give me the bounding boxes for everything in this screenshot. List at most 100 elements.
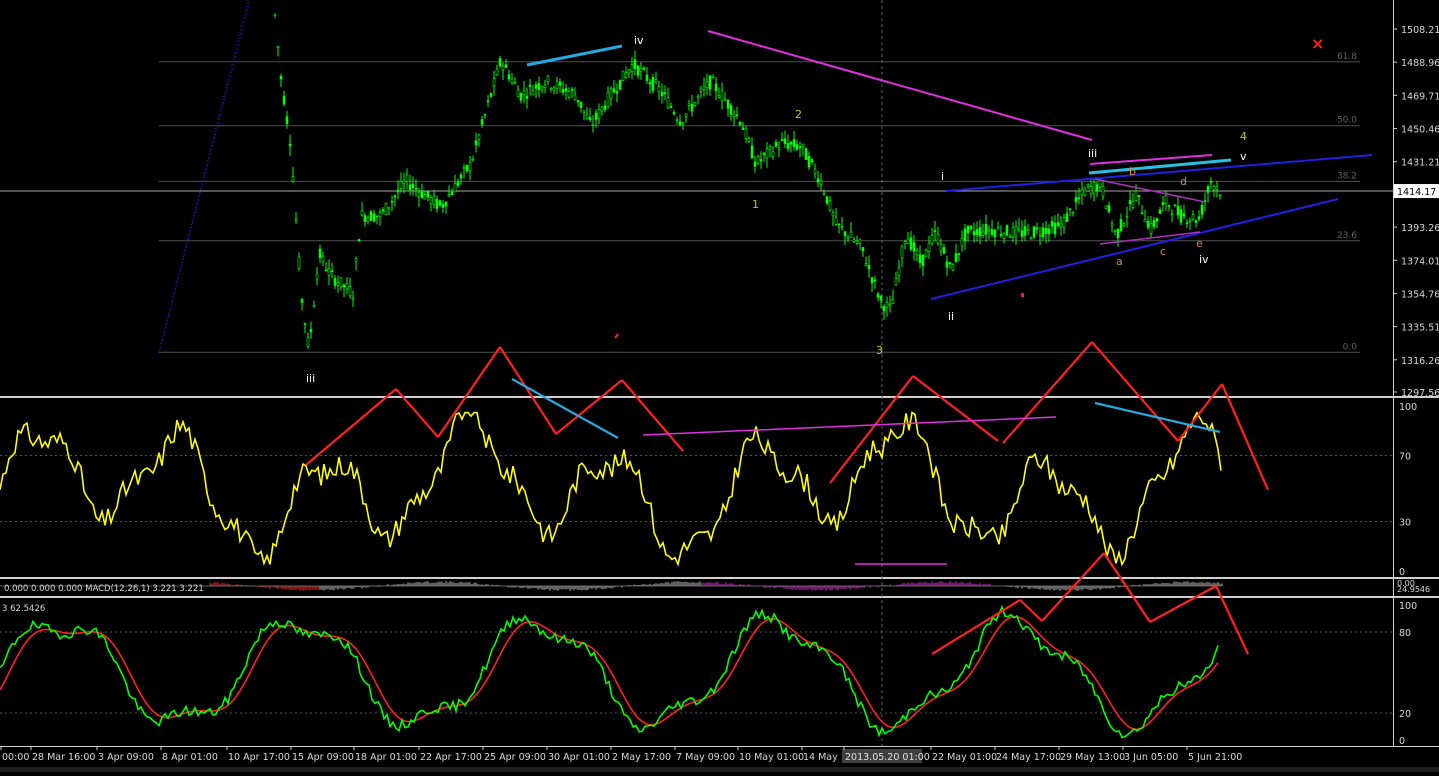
candle-body: [537, 83, 541, 91]
candle-body: [720, 90, 724, 102]
candle-body: [1131, 200, 1135, 208]
magenta-trendline: [707, 30, 1093, 141]
candle-body: [570, 88, 574, 91]
candle-body: [621, 70, 625, 82]
candle-body: [825, 196, 829, 204]
candle-body: [1032, 226, 1036, 238]
candle-body: [306, 337, 310, 347]
wave-label: e: [1196, 237, 1203, 250]
candle-body: [1089, 186, 1093, 195]
macd-right-label-top: 0.00: [1397, 579, 1415, 588]
candle-body: [1002, 233, 1006, 239]
candle-body: [1158, 209, 1162, 214]
candle-body: [747, 138, 751, 142]
candle-body: [774, 141, 778, 147]
candle-body: [456, 181, 460, 186]
candle-body: [447, 194, 451, 197]
price-tick-label: 1393.26: [1401, 223, 1439, 234]
candle-body: [1068, 208, 1072, 211]
candle-body: [687, 103, 691, 106]
candle-body: [489, 93, 493, 97]
candle-body: [567, 91, 571, 98]
candle-body: [669, 106, 673, 108]
candle-body: [765, 148, 769, 159]
fib-level-label: 0.0: [1343, 342, 1358, 352]
candle-body: [732, 113, 736, 117]
candle-body: [1179, 209, 1183, 223]
candle-body: [666, 97, 670, 109]
oscillator-line: [0, 410, 1222, 567]
candle-body: [348, 286, 352, 297]
price-tick-label: 1335.51: [1401, 323, 1439, 334]
red-marker: [1021, 293, 1024, 297]
candle-body: [414, 188, 418, 190]
candle-body: [804, 148, 808, 160]
candle-body: [420, 190, 424, 198]
candle-body: [522, 90, 526, 95]
price-tick-label: 1316.26: [1401, 356, 1439, 367]
chart-svg[interactable]: 1508.21 1488.96 1469.71 1450.46 1431.21 1414.…: [0, 0, 1439, 772]
candle-body: [558, 81, 562, 86]
candle-body: [555, 81, 559, 90]
candle-body: [1059, 223, 1063, 227]
candle-body: [1113, 230, 1117, 232]
candle-body: [546, 75, 550, 82]
osc-trendline: [1220, 383, 1270, 491]
wave-label: iv: [1199, 253, 1209, 266]
candle-body: [429, 196, 433, 205]
candle-body: [1017, 227, 1021, 231]
candle-body: [660, 91, 664, 96]
osc-trendline: [1002, 341, 1093, 444]
candle-body: [963, 228, 967, 241]
stochastic-main-line: [0, 604, 1219, 739]
candle-body: [363, 215, 367, 222]
candle-body: [903, 241, 907, 245]
fib-level-label: 50.0: [1337, 116, 1357, 126]
candle-body: [924, 249, 928, 258]
candle-body: [792, 139, 796, 147]
candle-body: [1182, 213, 1186, 217]
price-tick-label: 1431.21: [1401, 158, 1439, 169]
trend-dotted-line: [158, 0, 249, 354]
candle-body: [930, 235, 934, 244]
candle-body: [1086, 184, 1090, 187]
candle-body: [297, 256, 301, 269]
candle-body: [1161, 202, 1165, 205]
price-tick-label: 1450.46: [1401, 125, 1439, 136]
wave-label: i: [941, 170, 944, 183]
candle-body: [438, 200, 442, 206]
candle-body: [645, 74, 649, 81]
candle-body: [717, 95, 721, 98]
trading-chart[interactable]: 1508.21 1488.96 1469.71 1450.46 1431.21 1414.…: [0, 0, 1439, 772]
time-axis-label: 7 May 09:00: [676, 752, 735, 763]
price-tick-label: 1469.71: [1401, 91, 1439, 102]
candle-body: [858, 239, 862, 244]
candle-body: [786, 143, 790, 149]
candle-body: [333, 277, 337, 286]
price-tick-label: 1297.56: [1401, 388, 1439, 399]
candle-body: [597, 109, 601, 119]
candle-body: [378, 211, 382, 217]
candle-body: [594, 112, 598, 120]
candle-body: [684, 113, 688, 117]
close-icon[interactable]: ×: [1311, 34, 1324, 53]
candle-body: [1134, 190, 1138, 201]
candle-body: [354, 258, 358, 263]
candle-body: [507, 74, 511, 80]
candle-body: [576, 100, 580, 103]
candle-body: [1188, 220, 1192, 222]
candle-body: [549, 87, 553, 90]
candle-body: [942, 247, 946, 254]
candle-body: [849, 231, 853, 238]
candle-body: [816, 178, 820, 183]
osc-trendline: [437, 346, 501, 438]
candle-body: [1005, 225, 1009, 236]
time-axis-label: 22 May 01:00: [932, 752, 997, 763]
osc-trendline: [1177, 383, 1223, 442]
candle-body: [714, 83, 718, 92]
candle-body: [495, 68, 499, 76]
candle-body: [1191, 214, 1195, 220]
candle-body: [771, 151, 775, 157]
candle-body: [294, 218, 298, 222]
price-tick-label: 1488.96: [1401, 58, 1439, 69]
